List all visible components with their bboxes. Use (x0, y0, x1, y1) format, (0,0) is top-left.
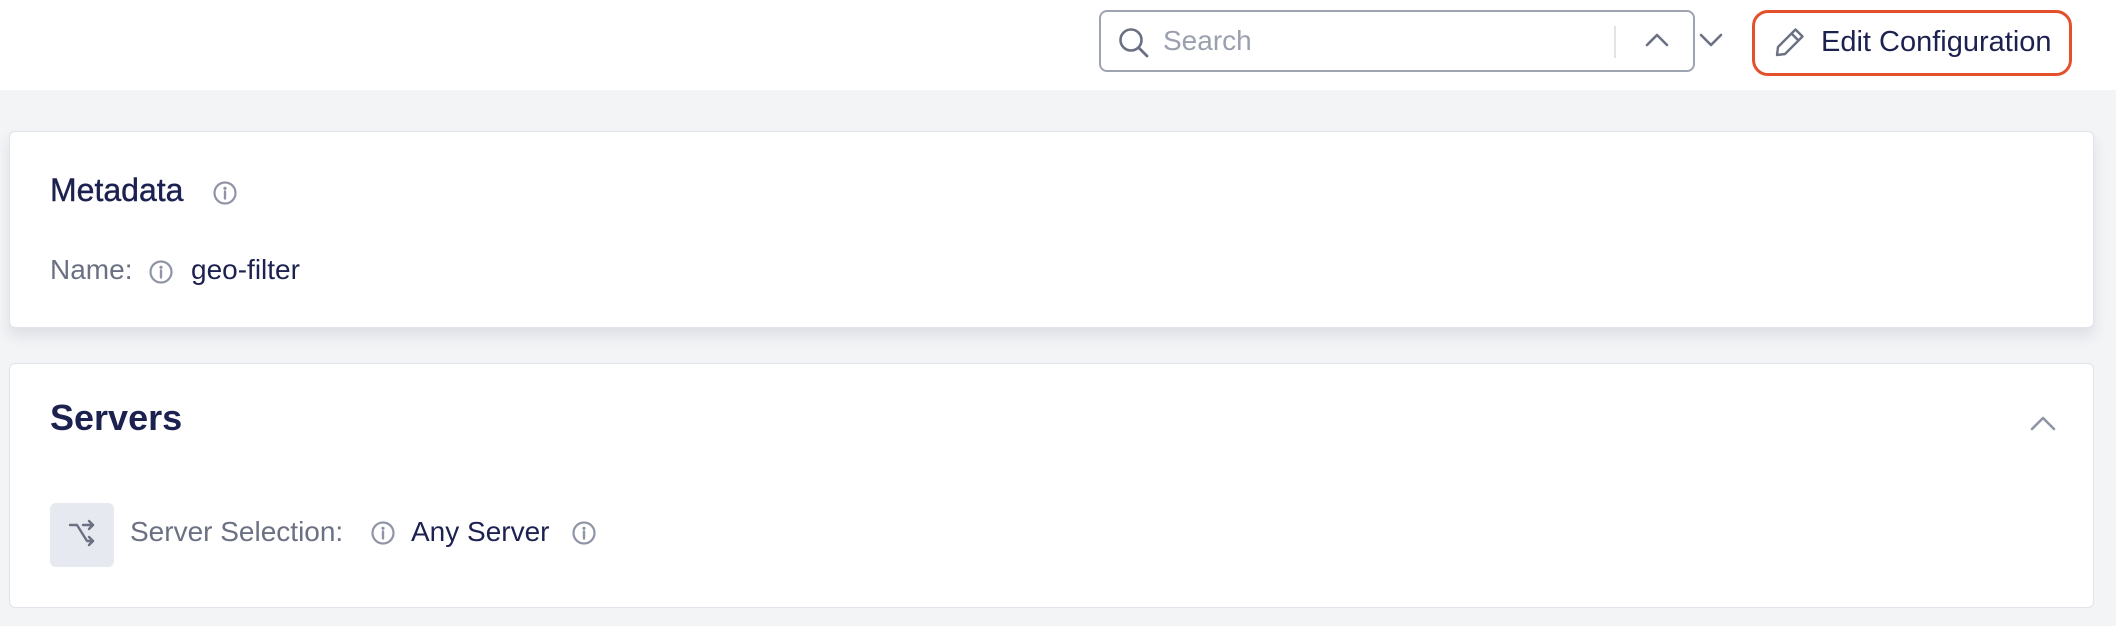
server-selection-badge (50, 503, 114, 567)
chevron-up-icon (1642, 25, 1672, 60)
server-selection-value: Any Server (411, 516, 550, 547)
metadata-title: Metadata (50, 172, 184, 208)
servers-title: Servers (50, 397, 183, 438)
route-split-icon (65, 516, 99, 555)
search-divider (1614, 26, 1616, 58)
metadata-card: Metadata Name: geo-filter (9, 131, 2094, 328)
metadata-name-value: geo-filter (191, 254, 300, 285)
info-icon[interactable] (148, 259, 174, 285)
pencil-icon (1773, 25, 1807, 59)
chevron-up-icon (2028, 410, 2058, 441)
search-input[interactable] (1163, 20, 1603, 62)
edit-configuration-button[interactable]: Edit Configuration (1752, 10, 2072, 76)
search-previous-button[interactable] (1639, 24, 1675, 60)
server-selection-label: Server Selection: (130, 516, 344, 547)
metadata-name-label: Name: (50, 254, 133, 285)
top-toolbar: Edit Configuration (0, 0, 2116, 90)
info-icon[interactable] (370, 520, 396, 546)
chevron-down-icon (1696, 25, 1726, 60)
edit-configuration-label: Edit Configuration (1821, 26, 2052, 58)
search-bar (1099, 10, 1771, 72)
info-icon[interactable] (571, 520, 597, 546)
servers-card: Servers Server Selection: Any Server (9, 363, 2094, 608)
servers-collapse-button[interactable] (2025, 410, 2061, 440)
search-next-button[interactable] (1693, 24, 1729, 60)
info-icon[interactable] (212, 180, 238, 206)
search-icon (1116, 25, 1152, 61)
